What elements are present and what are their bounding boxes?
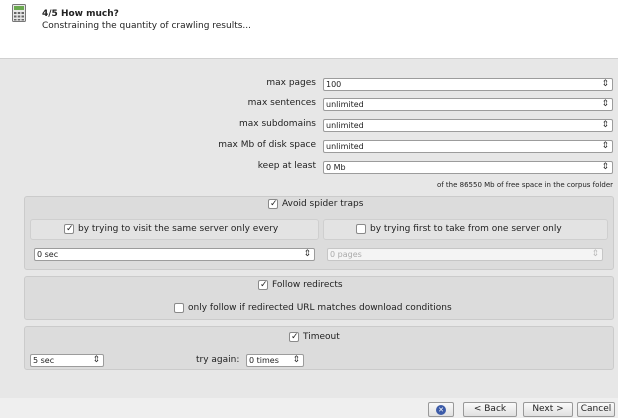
spin-arrows-icon[interactable]: ⇕	[601, 120, 609, 131]
help-button[interactable]: ✕	[428, 402, 454, 417]
max-sentences-label: max sentences	[247, 98, 316, 108]
one-server-pages-spinbox[interactable]: 0 pages ⇕	[327, 248, 603, 261]
checkbox-unchecked-icon	[174, 303, 184, 313]
avoid-spider-traps-label: Avoid spider traps	[282, 199, 364, 209]
timeout-spinbox[interactable]: 5 sec ⇕	[30, 354, 104, 367]
wizard-header: 4/5 How much? Constraining the quantity …	[0, 0, 618, 58]
timeout-label: Timeout	[303, 332, 340, 342]
try-again-label: try again:	[196, 355, 240, 365]
checkbox-checked-icon	[268, 199, 278, 209]
spin-arrows-icon[interactable]: ⇕	[303, 249, 311, 260]
calculator-icon	[12, 4, 26, 22]
checkbox-checked-icon	[258, 280, 268, 290]
help-icon: ✕	[436, 405, 446, 415]
free-space-note: of the 86550 Mb of free space in the cor…	[436, 181, 613, 189]
keep-at-least-label: keep at least	[257, 161, 316, 171]
spin-arrows-icon[interactable]: ⇕	[601, 162, 609, 173]
keep-at-least-value: 0 Mb	[326, 163, 346, 172]
redirect-match-checkbox[interactable]: only follow if redirected URL matches do…	[174, 303, 452, 313]
follow-redirects-label: Follow redirects	[272, 280, 343, 290]
same-server-interval-spinbox[interactable]: 0 sec ⇕	[34, 248, 315, 261]
max-disk-space-value: unlimited	[326, 142, 364, 151]
max-sentences-value: unlimited	[326, 100, 364, 109]
checkbox-checked-icon	[64, 224, 74, 234]
same-server-label: by trying to visit the same server only …	[78, 224, 279, 234]
spin-arrows-icon[interactable]: ⇕	[591, 249, 599, 260]
spin-arrows-icon[interactable]: ⇕	[601, 141, 609, 152]
max-subdomains-value: unlimited	[326, 121, 364, 130]
page-title: 4/5 How much?	[42, 9, 119, 19]
try-again-value: 0 times	[249, 356, 279, 365]
max-pages-spinbox[interactable]: 100 ⇕	[323, 78, 613, 91]
back-button[interactable]: < Back	[463, 402, 517, 417]
same-server-checkbox[interactable]: by trying to visit the same server only …	[64, 224, 278, 234]
timeout-value: 5 sec	[33, 356, 55, 365]
checkbox-checked-icon	[289, 332, 299, 342]
one-server-checkbox[interactable]: by trying first to take from one server …	[356, 224, 562, 234]
checkbox-unchecked-icon	[356, 224, 366, 234]
keep-at-least-spinbox[interactable]: 0 Mb ⇕	[323, 161, 613, 174]
max-subdomains-spinbox[interactable]: unlimited ⇕	[323, 119, 613, 132]
max-sentences-spinbox[interactable]: unlimited ⇕	[323, 98, 613, 111]
max-pages-label: max pages	[266, 78, 316, 88]
max-disk-space-spinbox[interactable]: unlimited ⇕	[323, 140, 613, 153]
same-server-interval-value: 0 sec	[37, 250, 59, 259]
spin-arrows-icon[interactable]: ⇕	[601, 79, 609, 90]
max-subdomains-label: max subdomains	[239, 119, 316, 129]
one-server-pages-value: 0 pages	[330, 250, 362, 259]
spin-arrows-icon[interactable]: ⇕	[92, 355, 100, 366]
redirect-match-label: only follow if redirected URL matches do…	[188, 303, 452, 313]
max-pages-value: 100	[326, 80, 342, 89]
one-server-label: by trying first to take from one server …	[370, 224, 562, 234]
avoid-spider-traps-checkbox[interactable]: Avoid spider traps	[268, 199, 363, 209]
try-again-spinbox[interactable]: 0 times ⇕	[246, 354, 304, 367]
page-subtitle: Constraining the quantity of crawling re…	[42, 21, 251, 31]
next-button[interactable]: Next >	[523, 402, 573, 417]
follow-redirects-checkbox[interactable]: Follow redirects	[258, 280, 343, 290]
max-disk-space-label: max Mb of disk space	[218, 140, 316, 150]
cancel-button[interactable]: Cancel	[577, 402, 615, 417]
timeout-checkbox[interactable]: Timeout	[289, 332, 340, 342]
spin-arrows-icon[interactable]: ⇕	[292, 355, 300, 366]
spin-arrows-icon[interactable]: ⇕	[601, 99, 609, 110]
